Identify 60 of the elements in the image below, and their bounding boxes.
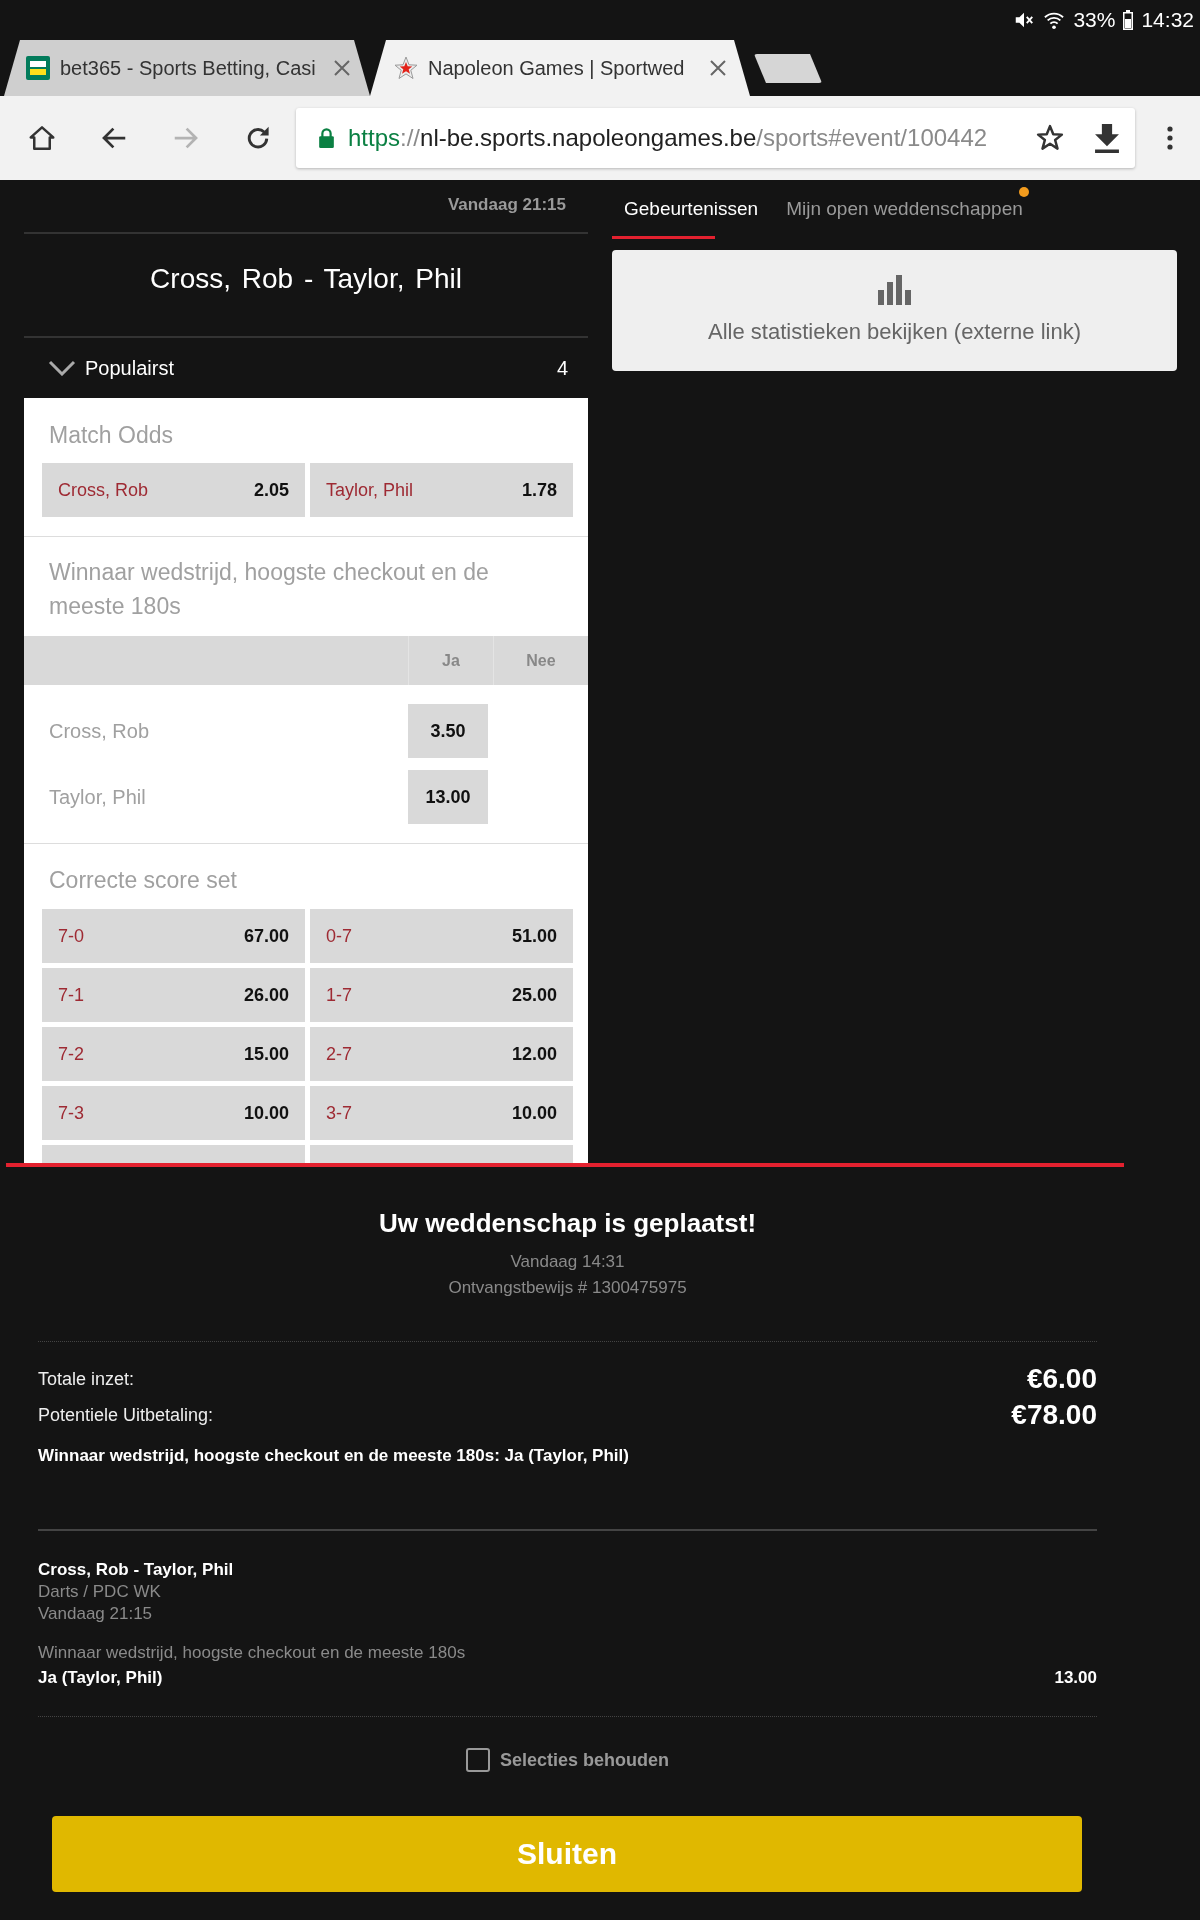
event-title: Cross, Rob - Taylor, Phil [150,262,462,296]
download-icon[interactable] [1095,123,1119,153]
checkbox-label[interactable]: Selecties behouden [499,1749,670,1771]
bet-date: Vandaag 14:31 [509,1251,626,1273]
total-label: Totale inzet: [38,1368,135,1390]
odds-button[interactable]: 7-2 15.00 [42,1027,305,1081]
event-time: Vandaag 21:15 [447,194,566,216]
close-icon[interactable] [710,60,726,76]
market-title: Correcte score set [48,866,238,895]
group-title[interactable]: Populairst [85,356,557,380]
selection-label: Taylor, Phil [48,785,146,809]
odds-button[interactable]: 3.50 [408,704,488,758]
bet-market: Winnaar wedstrijd, hoogste checkout en de meeste 180s [38,1642,467,1664]
odds-button[interactable]: 3-7 10.00 [310,1086,573,1140]
lock-icon [318,127,335,149]
odds-button[interactable]: 2-7 12.00 [310,1027,573,1081]
odds-button[interactable]: 13.00 [408,770,488,824]
column-header: Ja [408,636,493,685]
total-value: €6.00 [1026,1363,1097,1395]
section-tab[interactable]: Gebeurtenissen [612,180,767,239]
market-title: Match Odds [48,421,174,450]
home-icon[interactable] [27,123,57,153]
market-count: 4 [556,356,568,380]
odds-button[interactable]: 7-1 26.00 [42,968,305,1022]
market-title: Winnaar wedstrijd, hoogste checkout en de meeste 180s [48,558,490,621]
odds-button[interactable]: 7-3 10.00 [42,1086,305,1140]
chevron-down-icon[interactable] [48,360,76,376]
bet-odds: 13.00 [1054,1667,1097,1689]
odds-button[interactable]: Taylor, Phil 1.78 [310,463,573,517]
confirmation-title: Uw weddenschap is geplaatst! [377,1207,758,1239]
logo-icon [26,56,50,80]
clock: 14:32 [1141,8,1194,32]
total-value: €78.00 [1011,1399,1097,1431]
battery-percentage: 33% [1073,8,1116,32]
column-header: Nee [493,636,588,685]
odds-button[interactable]: 1-7 25.00 [310,968,573,1022]
bet-summary: Winnaar wedstrijd, hoogste checkout en de meeste 180s: Ja (Taylor, Phil) [38,1445,630,1467]
odds-button[interactable]: 0-7 51.00 [310,909,573,963]
bet-event: Cross, Rob - Taylor, Phil [38,1559,235,1581]
stats-link[interactable]: Alle statistieken bekijken (externe link) [612,250,1177,371]
section-tab[interactable]: Mijn open weddenschappen [774,180,1031,239]
bet-competition: Darts / PDC WK [38,1581,162,1603]
close-icon[interactable] [334,60,350,76]
wifi-icon [1043,10,1066,30]
checkbox[interactable] [465,1748,490,1772]
selection-label: Cross, Rob [48,719,150,743]
receipt-number: Ontvangstbewijs # 1300475975 [447,1277,688,1299]
odds-button[interactable]: 7-0 67.00 [42,909,305,963]
bet-selection: Ja (Taylor, Phil) [38,1667,163,1689]
menu-icon[interactable] [1167,126,1173,150]
battery-icon [1123,10,1134,30]
star-icon [394,56,418,80]
total-label: Potentiele Uitbetaling: [38,1404,214,1426]
browser-tab[interactable]: bet365 - Sports Betting, Casi [4,40,370,96]
odds-button[interactable]: Cross, Rob 2.05 [42,463,305,517]
address-bar[interactable]: https://nl-be.sports.napoleongames.be/sports#event/100442 [296,108,1135,168]
bar-chart-icon [877,275,912,305]
bet-time: Vandaag 21:15 [38,1603,154,1625]
browser-tab[interactable]: Napoleon Games | Sportwed [370,40,750,96]
bookmark-star-icon[interactable] [1035,123,1065,153]
